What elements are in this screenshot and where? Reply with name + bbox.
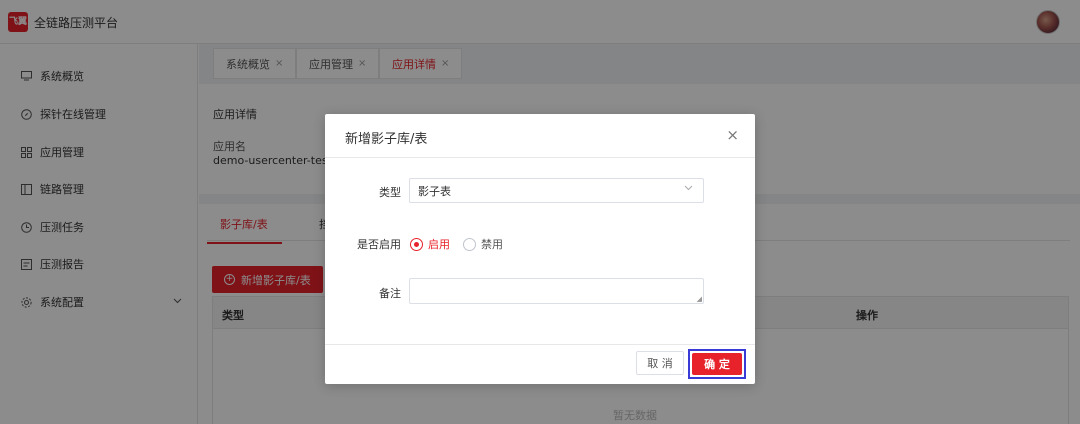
confirm-button[interactable]: 确 定: [692, 353, 742, 375]
dialog-title: 新增影子库/表: [345, 132, 428, 147]
enable-label: 是否启用: [357, 238, 401, 251]
radio-disable[interactable]: 禁用: [463, 236, 503, 252]
confirm-button-highlight: 确 定: [688, 349, 746, 379]
close-icon[interactable]: ×: [726, 126, 739, 144]
type-label: 类型: [379, 186, 401, 199]
add-shadow-db-dialog: 新增影子库/表 × 类型 影子表 是否启用 启用 禁用 备注 ◢ 取 消 确 定: [325, 114, 755, 384]
type-select[interactable]: 影子表: [409, 178, 704, 203]
radio-enable[interactable]: 启用: [410, 236, 450, 252]
radio-unchecked-icon: [463, 237, 476, 251]
radio-enable-label: 启用: [428, 238, 450, 251]
radio-disable-label: 禁用: [481, 238, 503, 251]
radio-checked-icon: [410, 237, 423, 251]
cancel-button[interactable]: 取 消: [636, 351, 684, 375]
resize-grip-icon[interactable]: ◢: [697, 295, 702, 303]
type-select-value: 影子表: [418, 184, 451, 198]
remark-label: 备注: [379, 287, 401, 300]
chevron-down-icon: [684, 184, 693, 194]
dialog-footer-divider: [325, 344, 755, 345]
dialog-header-divider: [325, 157, 755, 158]
remark-textarea[interactable]: ◢: [409, 278, 704, 304]
